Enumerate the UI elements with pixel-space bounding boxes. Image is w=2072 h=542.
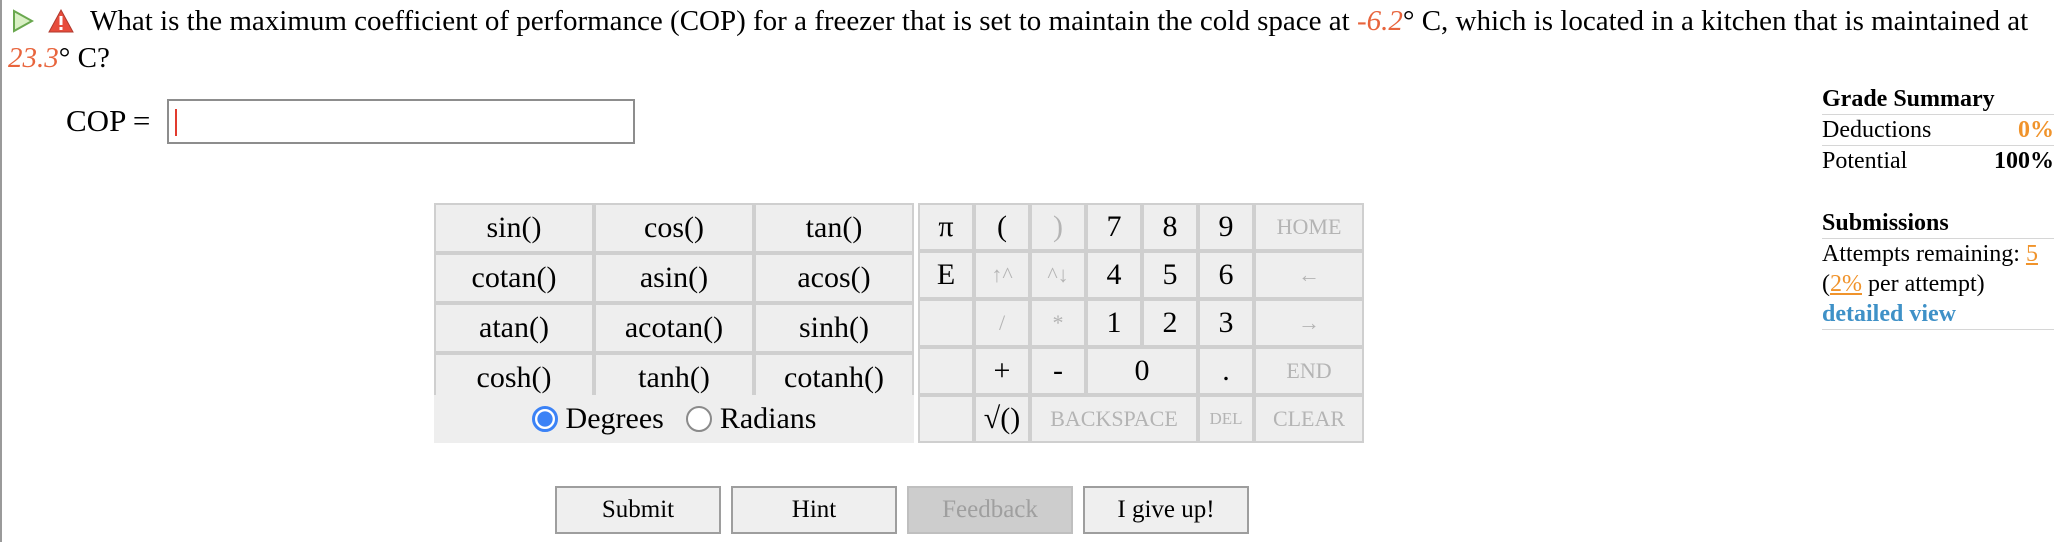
key-close-paren[interactable]: ) <box>1030 203 1086 251</box>
key-cotan[interactable]: cotan() <box>434 253 594 303</box>
key-atan[interactable]: atan() <box>434 303 594 353</box>
key-4[interactable]: 4 <box>1086 251 1142 299</box>
key-blank-2 <box>918 347 974 395</box>
key-del[interactable]: DEL <box>1198 395 1254 443</box>
key-minus[interactable]: - <box>1030 347 1086 395</box>
key-divide[interactable]: / <box>974 299 1030 347</box>
detailed-view-link[interactable]: detailed view <box>1822 301 1956 327</box>
key-6[interactable]: 6 <box>1198 251 1254 299</box>
degrees-label: Degrees <box>565 402 664 435</box>
key-asin[interactable]: asin() <box>594 253 754 303</box>
key-up-arrow[interactable]: ↑^ <box>974 251 1030 299</box>
answer-label: COP = <box>66 103 151 138</box>
cold-temp-value: -6.2 <box>1356 5 1403 37</box>
key-decimal[interactable]: . <box>1198 347 1254 395</box>
key-home[interactable]: HOME <box>1254 203 1364 251</box>
per-attempt-label: per attempt) <box>1862 271 1985 297</box>
attempts-row: Attempts remaining: 5 <box>1822 238 2054 269</box>
key-pi[interactable]: π <box>918 203 974 251</box>
key-acos[interactable]: acos() <box>754 253 914 303</box>
key-1[interactable]: 1 <box>1086 299 1142 347</box>
key-backspace[interactable]: BACKSPACE <box>1030 395 1198 443</box>
key-left-arrow[interactable]: ← <box>1254 251 1364 299</box>
kitchen-temp-value: 23.3 <box>8 42 59 74</box>
potential-row: Potential 100% <box>1822 145 2054 176</box>
key-9[interactable]: 9 <box>1198 203 1254 251</box>
deductions-value: 0% <box>2018 117 2054 143</box>
degrees-radio[interactable] <box>531 406 558 432</box>
key-blank-3 <box>918 395 974 443</box>
per-attempt-row: (2% per attempt) <box>1822 269 2054 299</box>
potential-value: 100% <box>1994 148 2054 174</box>
key-sin[interactable]: sin() <box>434 203 594 253</box>
key-cos[interactable]: cos() <box>594 203 754 253</box>
question-part-1: What is the maximum coefficient of perfo… <box>90 5 1357 37</box>
submissions-title: Submissions <box>1822 210 1949 236</box>
question-text: What is the maximum coefficient of perfo… <box>8 4 2068 75</box>
question-part-3: ° C? <box>58 42 110 74</box>
key-right-arrow[interactable]: → <box>1254 299 1364 347</box>
key-multiply[interactable]: * <box>1030 299 1086 347</box>
key-8[interactable]: 8 <box>1142 203 1198 251</box>
text-caret <box>175 109 177 136</box>
radians-label: Radians <box>719 402 817 435</box>
key-tan[interactable]: tan() <box>754 203 914 253</box>
left-border <box>0 0 2 542</box>
key-0[interactable]: 0 <box>1086 347 1198 395</box>
key-3[interactable]: 3 <box>1198 299 1254 347</box>
question-part-2: ° C, which is located in a kitchen that … <box>1402 5 2029 37</box>
deductions-row: Deductions 0% <box>1822 114 2054 145</box>
key-sinh[interactable]: sinh() <box>754 303 914 353</box>
per-attempt-open: ( <box>1822 271 1830 297</box>
key-acotan[interactable]: acotan() <box>594 303 754 353</box>
potential-label: Potential <box>1822 148 1908 174</box>
key-plus[interactable]: + <box>974 347 1030 395</box>
deductions-label: Deductions <box>1822 117 1932 143</box>
radians-radio[interactable] <box>685 406 712 432</box>
key-5[interactable]: 5 <box>1142 251 1198 299</box>
warning-icon[interactable] <box>48 7 74 41</box>
submit-button[interactable]: Submit <box>555 486 721 534</box>
key-clear[interactable]: CLEAR <box>1254 395 1364 443</box>
play-icon[interactable] <box>12 7 35 41</box>
submissions-panel: Submissions Attempts remaining: 5 (2% pe… <box>1822 208 2054 330</box>
feedback-button[interactable]: Feedback <box>907 486 1073 534</box>
key-7[interactable]: 7 <box>1086 203 1142 251</box>
key-down-arrow[interactable]: ^↓ <box>1030 251 1086 299</box>
key-end[interactable]: END <box>1254 347 1364 395</box>
key-sqrt[interactable]: √() <box>974 395 1030 443</box>
key-blank-1 <box>918 299 974 347</box>
cop-answer-input[interactable] <box>167 99 635 144</box>
give-up-button[interactable]: I give up! <box>1083 486 1249 534</box>
hint-button[interactable]: Hint <box>731 486 897 534</box>
function-keypad: sin() cos() tan() cotan() asin() acos() … <box>434 203 914 403</box>
key-open-paren[interactable]: ( <box>974 203 1030 251</box>
grade-summary-title: Grade Summary <box>1822 86 1995 112</box>
attempts-value: 5 <box>2025 241 2038 267</box>
grade-summary-panel: Grade Summary Deductions 0% Potential 10… <box>1822 84 2054 176</box>
key-2[interactable]: 2 <box>1142 299 1198 347</box>
per-attempt-value: 2% <box>1830 271 1862 297</box>
angle-mode-selector: Degrees Radians <box>434 395 914 443</box>
key-e[interactable]: E <box>918 251 974 299</box>
attempts-label: Attempts remaining: <box>1822 241 2026 267</box>
